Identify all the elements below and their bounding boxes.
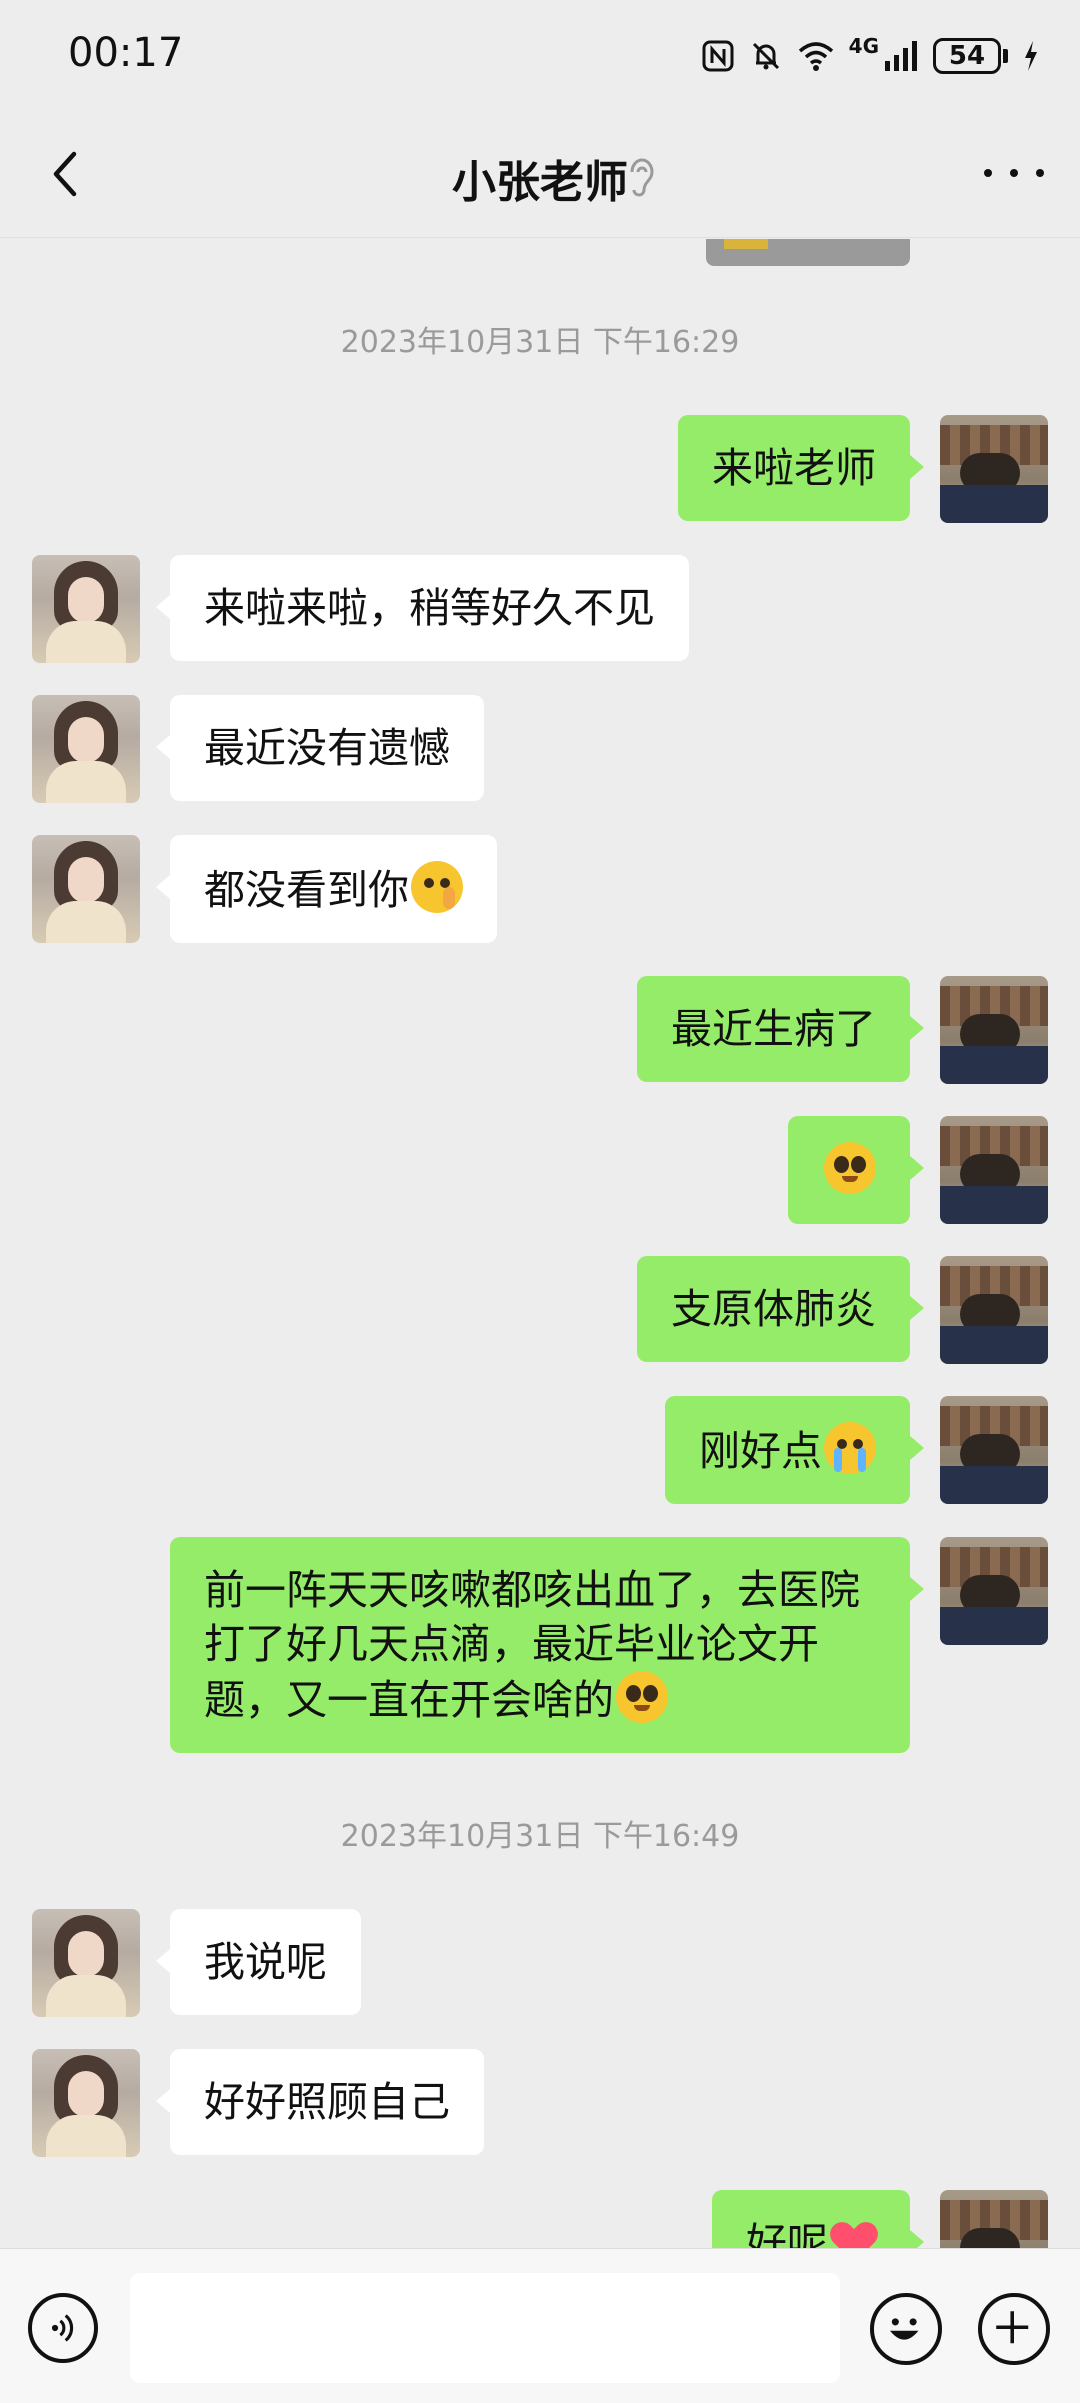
image-message-thumbnail[interactable]: [706, 239, 910, 266]
message-text: 来啦来啦，稍等好久不见: [204, 584, 655, 632]
contact-avatar[interactable]: [32, 835, 140, 943]
more-dot: [1010, 169, 1018, 177]
status-time: 00:17: [68, 30, 184, 76]
outgoing-message-bubble[interactable]: 前一阵天天咳嗽都咳出血了，去医院打了好几天点滴，最近毕业论文开题，又一直在开会啥…: [170, 1537, 924, 1753]
message-text: 前一阵天天咳嗽都咳出血了，去医院打了好几天点滴，最近毕业论文开题，又一直在开会啥…: [204, 1566, 860, 1724]
my-avatar[interactable]: [940, 1256, 1048, 1364]
message-text: 来啦老师: [712, 444, 876, 492]
ear-icon: [630, 158, 654, 197]
message-text: 最近生病了: [671, 1005, 876, 1053]
message-text: 都没看到你: [204, 866, 409, 914]
outgoing-message-bubble[interactable]: [788, 1116, 924, 1224]
crying-emoji-icon: [824, 1422, 876, 1474]
incoming-message-bubble[interactable]: 好好照顾自己: [156, 2049, 484, 2155]
my-avatar[interactable]: [940, 2190, 1048, 2248]
my-avatar[interactable]: [940, 1116, 1048, 1224]
message-text: 好好照顾自己: [204, 2078, 450, 2126]
chat-title: 小张老师: [452, 157, 628, 208]
my-avatar[interactable]: [940, 1396, 1048, 1504]
battery-icon: 54: [933, 38, 1008, 74]
message-text: 我说呢: [204, 1938, 327, 1986]
message-text: 刚好点: [699, 1427, 822, 1475]
charging-icon: [1025, 41, 1037, 71]
message-text: 最近没有遗憾: [204, 724, 450, 772]
shushing-emoji-icon: [411, 861, 463, 913]
message-text: 支原体肺炎: [671, 1285, 876, 1333]
outgoing-message-bubble[interactable]: 最近生病了: [637, 976, 924, 1082]
more-dot: [1036, 169, 1044, 177]
signal-icon: [885, 41, 917, 71]
timestamp: 2023年10月31日 下午16:49: [340, 1819, 740, 1854]
outgoing-message-bubble[interactable]: 来啦老师: [678, 415, 924, 521]
incoming-message-bubble[interactable]: 来啦来啦，稍等好久不见: [156, 555, 689, 661]
incoming-message-bubble[interactable]: 我说呢: [156, 1909, 361, 2015]
my-avatar[interactable]: [940, 415, 1048, 523]
outgoing-message-bubble[interactable]: 好呢: [712, 2190, 924, 2248]
message-list[interactable]: 2023年10月31日 下午16:29 来啦老师 来啦来啦，稍等好久不见 最近没…: [0, 239, 1080, 2248]
heart-emoji-icon: [832, 2219, 876, 2248]
more-button[interactable]: [984, 158, 1044, 188]
battery-level: 54: [933, 38, 1001, 74]
wifi-icon: [798, 42, 833, 71]
contact-avatar[interactable]: [32, 695, 140, 803]
contact-avatar[interactable]: [32, 555, 140, 663]
pleading-emoji-icon: [824, 1142, 876, 1194]
status-bar: 00:17 4G 54: [0, 0, 1080, 110]
network-type-label: 4G: [848, 34, 879, 58]
plus-button[interactable]: [978, 2293, 1050, 2365]
mute-icon: [752, 42, 779, 70]
my-avatar[interactable]: [940, 1537, 1048, 1645]
outgoing-message-bubble[interactable]: 支原体肺炎: [637, 1256, 924, 1362]
message-text: 好呢: [746, 2219, 828, 2248]
timestamp: 2023年10月31日 下午16:29: [340, 325, 740, 360]
incoming-message-bubble[interactable]: 都没看到你: [156, 835, 497, 943]
outgoing-message-bubble[interactable]: 刚好点: [665, 1396, 924, 1504]
status-icons: 4G 54: [701, 32, 1040, 80]
message-input[interactable]: [130, 2273, 840, 2383]
voice-button[interactable]: [28, 2293, 98, 2363]
incoming-message-bubble[interactable]: 最近没有遗憾: [156, 695, 484, 801]
nfc-icon: [702, 40, 734, 72]
contact-avatar[interactable]: [32, 2049, 140, 2157]
contact-avatar[interactable]: [32, 1909, 140, 2017]
emoji-button[interactable]: [870, 2293, 942, 2365]
my-avatar[interactable]: [940, 976, 1048, 1084]
input-bar: [0, 2248, 1080, 2403]
more-dot: [984, 169, 992, 177]
chat-header: 小张老师: [0, 110, 1080, 238]
pleading-emoji-icon: [616, 1671, 668, 1723]
